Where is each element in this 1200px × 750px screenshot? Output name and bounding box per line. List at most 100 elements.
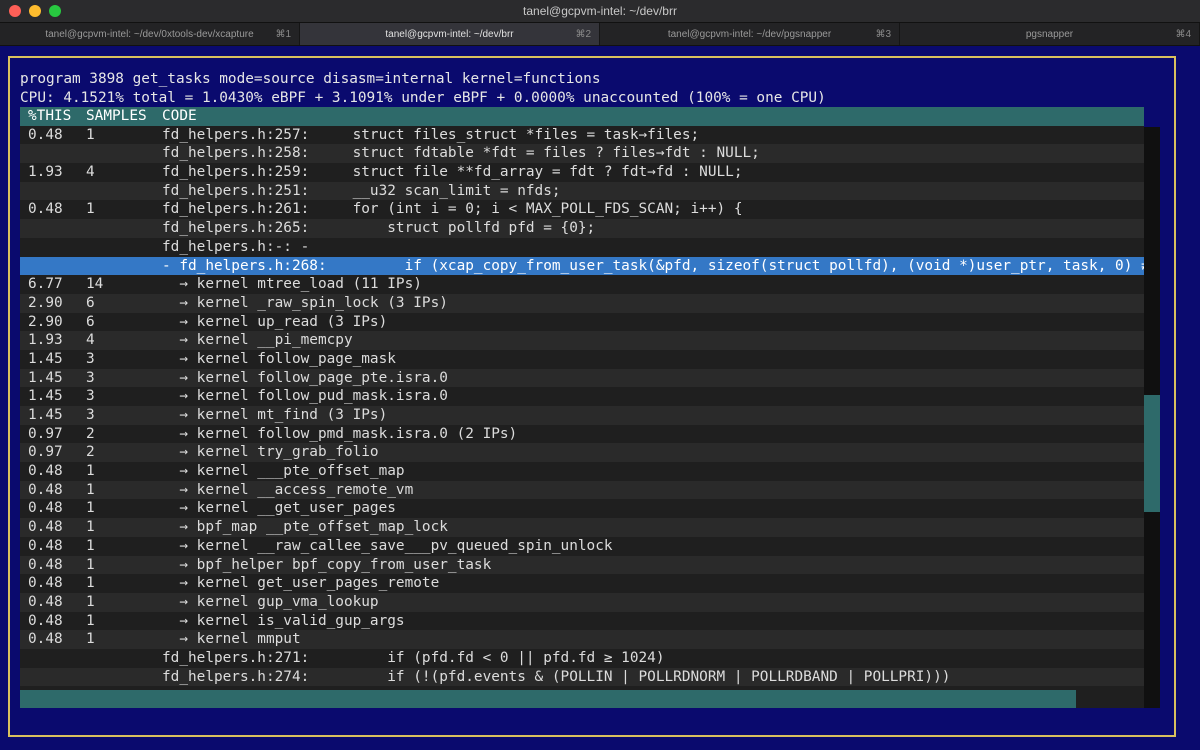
- listing-row[interactable]: 1.45 3 → kernel follow_page_pte.isra.0: [20, 368, 1144, 388]
- listing-row[interactable]: 0.97 2 → kernel follow_pmd_mask.isra.0 (2…: [20, 425, 1144, 444]
- listing-row[interactable]: 0.48 1 → kernel ___pte_offset_map: [20, 462, 1144, 481]
- listing-row[interactable]: 0.48 1 fd_helpers.h:261: for (int i = 0; i…: [20, 200, 1144, 219]
- listing-row[interactable]: 2.90 6 → kernel up_read (3 IPs): [20, 313, 1144, 332]
- row-code: → kernel mtree_load (11 IPs): [162, 276, 422, 293]
- row-code: fd_helpers.h:274: if (!(pfd.events & (PO…: [162, 668, 951, 685]
- code-listing[interactable]: %THIS SAMPLES CODE 0.48 1 fd_helpers.h:257…: [20, 107, 1144, 708]
- listing-row[interactable]: 1.45 3 → kernel follow_pud_mask.isra.0: [20, 387, 1144, 406]
- listing-row[interactable]: 1.93 4 fd_helpers.h:259: struct file **fd_…: [20, 163, 1144, 182]
- terminal-area[interactable]: program 3898 get_tasks mode=source disas…: [0, 46, 1200, 750]
- status-bar: [20, 690, 1076, 708]
- column-header: %THIS SAMPLES CODE: [20, 107, 1144, 126]
- listing-row[interactable]: fd_helpers.h:265: struct pollfd pfd = {0…: [20, 219, 1144, 238]
- row-pct: 0.48: [28, 481, 63, 498]
- listing-row[interactable]: fd_helpers.h:274: if (!(pfd.events & (PO…: [20, 667, 1144, 687]
- row-code: fd_helpers.h:257: struct files_struct *f…: [162, 126, 700, 143]
- window-title: tanel@gcpvm-intel: ~/dev/brr: [523, 4, 677, 18]
- listing-row[interactable]: 0.48 1 → bpf_map __pte_offset_map_lock: [20, 518, 1144, 537]
- row-samples: 1: [86, 463, 95, 480]
- tab-1[interactable]: tanel@gcpvm-intel: ~/dev/0xtools-dev/xca…: [0, 23, 300, 45]
- row-code: → kernel is_valid_gup_args: [162, 612, 405, 629]
- listing-row[interactable]: 2.90 6 → kernel _raw_spin_lock (3 IPs): [20, 293, 1144, 313]
- row-code: → kernel gup_vma_lookup: [162, 593, 379, 610]
- row-pct: 0.48: [28, 556, 63, 573]
- listing-row[interactable]: 1.45 3 → kernel follow_page_mask: [20, 350, 1144, 369]
- row-code: → kernel mt_find (3 IPs): [162, 407, 388, 423]
- listing-row[interactable]: 0.48 1 → kernel __access_remote_vm: [20, 480, 1144, 500]
- tab-4[interactable]: pgsnapper ⌘4: [900, 23, 1200, 45]
- tab-bar: tanel@gcpvm-intel: ~/dev/0xtools-dev/xca…: [0, 23, 1200, 46]
- row-samples: 3: [86, 407, 95, 423]
- listing-row[interactable]: fd_helpers.h:251: __u32 scan_limit = nfd…: [20, 181, 1144, 201]
- program-line: program 3898 get_tasks mode=source disas…: [20, 71, 601, 87]
- window-titlebar[interactable]: tanel@gcpvm-intel: ~/dev/brr: [0, 0, 1200, 23]
- row-pct: 0.48: [28, 126, 63, 143]
- listing-row[interactable]: 0.48 1 → kernel is_valid_gup_args: [20, 612, 1144, 631]
- row-samples: 1: [86, 126, 95, 143]
- column-header-pct: %THIS: [28, 108, 72, 124]
- listing-row[interactable]: 0.48 1 fd_helpers.h:257: struct files_stru…: [20, 126, 1144, 145]
- listing-scrollbar-thumb[interactable]: [1144, 395, 1160, 512]
- tab-3[interactable]: tanel@gcpvm-intel: ~/dev/pgsnapper ⌘3: [600, 23, 900, 45]
- row-samples: 1: [86, 481, 95, 498]
- row-code: → kernel ___pte_offset_map: [162, 463, 405, 480]
- column-header-code: CODE: [162, 108, 197, 124]
- tab-shortcut: ⌘2: [575, 29, 591, 40]
- tab-shortcut: ⌘1: [275, 29, 291, 40]
- row-samples: 6: [86, 294, 95, 311]
- row-samples: 3: [86, 369, 95, 386]
- row-samples: 1: [86, 519, 95, 536]
- row-pct: 2.90: [28, 313, 63, 330]
- row-samples: 1: [86, 593, 95, 610]
- row-code: fd_helpers.h:259: struct file **fd_array…: [162, 164, 743, 181]
- tab-shortcut: ⌘3: [875, 29, 891, 40]
- listing-row[interactable]: 0.48 1 → kernel __raw_callee_save___pv_qu…: [20, 537, 1144, 556]
- row-pct: 0.48: [28, 463, 63, 480]
- row-pct: 1.45: [28, 407, 63, 423]
- row-samples: 1: [86, 556, 95, 573]
- row-code: fd_helpers.h:271: if (pfd.fd < 0 || pfd.…: [162, 649, 665, 666]
- terminal-scrollbar[interactable]: [1176, 46, 1198, 741]
- listing-row[interactable]: 0.48 1 → kernel gup_vma_lookup: [20, 592, 1144, 612]
- row-pct: 0.48: [28, 519, 63, 536]
- listing-row[interactable]: fd_helpers.h:258: struct fdtable *fdt = …: [20, 144, 1144, 164]
- tab-label: pgsnapper: [1025, 29, 1074, 40]
- row-samples: 4: [86, 164, 95, 181]
- row-code: - fd_helpers.h:268: if (xcap_copy_from_u…: [162, 257, 1144, 274]
- row-samples: 3: [86, 350, 95, 367]
- listing-row[interactable]: 0.48 1 → kernel __get_user_pages: [20, 499, 1144, 518]
- tab-label: tanel@gcpvm-intel: ~/dev/0xtools-dev/xca…: [45, 29, 254, 40]
- row-samples: 4: [86, 332, 95, 349]
- row-code: fd_helpers.h:261: for (int i = 0; i < MA…: [162, 201, 743, 218]
- row-code: → kernel follow_page_pte.isra.0: [162, 369, 448, 386]
- row-pct: 0.48: [28, 201, 63, 218]
- row-code: → bpf_helper bpf_copy_from_user_task: [162, 556, 492, 573]
- row-code: → kernel follow_pmd_mask.isra.0 (2 IPs): [162, 425, 518, 442]
- listing-row[interactable]: 6.77 14 → kernel mtree_load (11 IPs): [20, 275, 1144, 294]
- listing-row[interactable]: 1.93 4 → kernel __pi_memcpy: [20, 331, 1144, 350]
- row-samples: 1: [86, 631, 95, 648]
- row-pct: 0.48: [28, 500, 63, 517]
- selected-row[interactable]: - fd_helpers.h:268: if (xcap_copy_from_u…: [20, 256, 1144, 276]
- row-code: → kernel __access_remote_vm: [162, 481, 414, 498]
- listing-rows: 0.48 1 fd_helpers.h:257: struct files_stru…: [20, 126, 1144, 705]
- listing-row[interactable]: 0.48 1 → kernel get_user_pages_remote: [20, 574, 1144, 593]
- row-pct: 6.77: [28, 276, 63, 293]
- tab-2[interactable]: tanel@gcpvm-intel: ~/dev/brr ⌘2: [300, 23, 600, 45]
- row-pct: 1.45: [28, 369, 63, 386]
- listing-row[interactable]: 0.97 2 → kernel try_grab_folio: [20, 443, 1144, 463]
- row-samples: 1: [86, 612, 95, 629]
- row-samples: 1: [86, 500, 95, 517]
- row-samples: 6: [86, 313, 95, 330]
- row-pct: 1.93: [28, 164, 63, 181]
- row-pct: 2.90: [28, 294, 63, 311]
- row-pct: 1.45: [28, 350, 63, 367]
- listing-row[interactable]: 0.48 1 → bpf_helper bpf_copy_from_user_ta…: [20, 555, 1144, 575]
- listing-row[interactable]: 1.45 3 → kernel mt_find (3 IPs): [20, 406, 1144, 425]
- row-pct: 0.48: [28, 612, 63, 629]
- listing-row[interactable]: fd_helpers.h:-: -: [20, 238, 1144, 257]
- row-code: fd_helpers.h:251: __u32 scan_limit = nfd…: [162, 182, 561, 199]
- row-samples: 3: [86, 388, 95, 405]
- listing-row[interactable]: fd_helpers.h:271: if (pfd.fd < 0 || pfd.…: [20, 649, 1144, 668]
- listing-row[interactable]: 0.48 1 → kernel mmput: [20, 630, 1144, 649]
